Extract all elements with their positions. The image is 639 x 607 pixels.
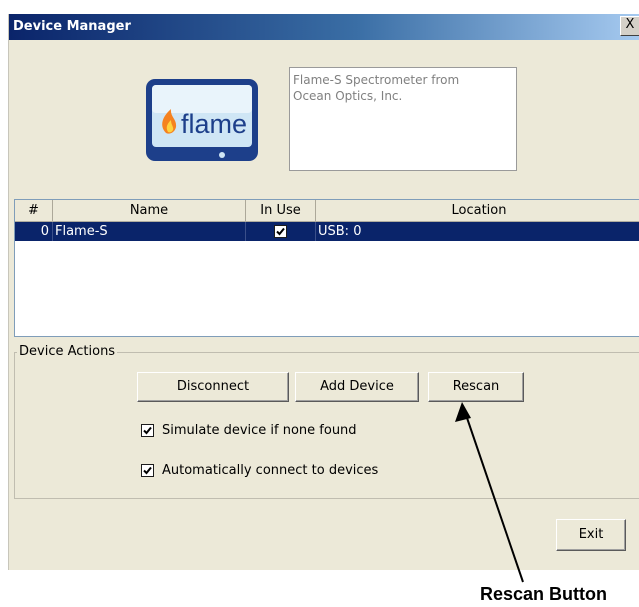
arrow-head-icon — [455, 402, 471, 422]
annotation-label: Rescan Button — [480, 584, 608, 604]
annotation-arrow — [455, 402, 524, 583]
